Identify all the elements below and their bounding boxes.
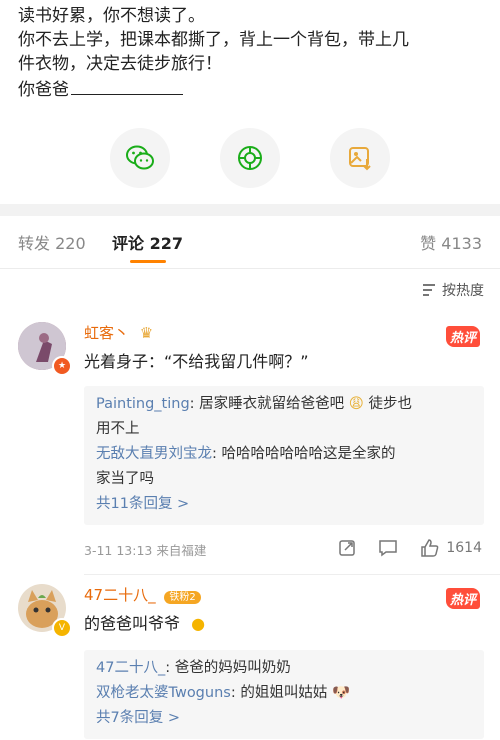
coin-emoji-icon: ● — [191, 614, 206, 633]
reply-box[interactable]: Painting_ting: 居家睡衣就留给爸爸吧 😩 徒步也 用不上 无敌大直… — [84, 386, 484, 525]
section-divider — [0, 204, 500, 216]
tab-comment[interactable]: 评论 227 — [112, 230, 183, 254]
post-line-2: 你不去上学，把课本都撕了，背上一个背包，带上几 — [18, 30, 409, 50]
username-text: 虹客丶 — [84, 324, 130, 342]
comment-divider — [84, 574, 500, 575]
post-line-4: 你爸爸 — [18, 76, 488, 102]
comment-text: 的爸爸叫爷爷 ● — [84, 610, 205, 634]
reply-username[interactable]: 双枪老太婆Twoguns — [96, 685, 231, 701]
share-moments-button[interactable] — [220, 128, 280, 188]
sort-by-hot-button[interactable]: 按热度 — [422, 280, 484, 300]
comment-actions: 1614 — [338, 538, 482, 558]
sort-label: 按热度 — [442, 283, 484, 299]
reply-username[interactable]: Painting_ting — [96, 396, 190, 412]
tab-comment-count: 227 — [149, 234, 183, 253]
comment-text: 光着身子：“不给我留几件啊？” — [84, 352, 309, 371]
active-tab-indicator — [130, 260, 166, 263]
reply-item: 47二十八_: 爸爸的妈妈叫奶奶 — [96, 660, 291, 676]
tab-like[interactable]: 赞 4133 — [420, 230, 482, 254]
like-button[interactable]: 1614 — [420, 538, 482, 558]
thumbs-up-icon — [420, 538, 440, 558]
reply-item: Painting_ting: 居家睡衣就留给爸爸吧 😩 徒步也 用不上 — [96, 396, 413, 437]
tab-like-label: 赞 — [420, 234, 437, 253]
reply-text: 爸爸的妈妈叫奶奶 — [174, 660, 291, 676]
reply-text-end: 用不上 — [96, 421, 140, 437]
comment-username[interactable]: 虹客丶 ♛ — [84, 322, 153, 343]
moments-icon — [236, 144, 264, 172]
tab-repost-label: 转发 — [18, 234, 51, 253]
post-line-4-text: 你爸爸 — [18, 80, 69, 100]
share-icon — [338, 539, 356, 557]
username-text: 47二十八_ — [84, 586, 156, 604]
reply-text-cont: 徒步也 — [368, 396, 413, 412]
comment-meta: 3-11 13:13 来自福建 — [84, 543, 207, 558]
share-row — [0, 128, 500, 190]
save-image-button[interactable] — [330, 128, 390, 188]
comment-text-body: 的爸爸叫爷爷 — [84, 614, 181, 633]
dog-emoji-icon: 🐶 — [331, 685, 350, 701]
share-button[interactable] — [338, 539, 356, 557]
tab-repost-count: 220 — [55, 234, 86, 253]
hot-comment-tag: 热评 — [445, 588, 480, 609]
verified-badge: ★ — [52, 356, 72, 376]
more-replies-link[interactable]: 共7条回复 > — [96, 706, 472, 731]
verified-badge: V — [52, 618, 72, 638]
wechat-icon — [125, 145, 155, 171]
reply-item: 无敌大直男刘宝龙: 哈哈哈哈哈哈哈这是全家的 家当了吗 — [96, 446, 396, 487]
reply-username[interactable]: 无敌大直男刘宝龙 — [96, 446, 212, 462]
hot-comment-tag: 热评 — [445, 326, 480, 347]
post-text: 读书好累，你不想读了。 你不去上学，把课本都撕了，背上一个背包，带上几 件衣物，… — [18, 4, 488, 102]
sort-icon — [422, 283, 438, 297]
post-tabs: 转发 220 评论 227 赞 4133 — [0, 216, 500, 269]
reply-box[interactable]: 47二十八_: 爸爸的妈妈叫奶奶 双枪老太婆Twoguns: 的姐姐叫姑姑 🐶 … — [84, 650, 484, 739]
comment-icon — [378, 539, 398, 557]
reply-item: 双枪老太婆Twoguns: 的姐姐叫姑姑 🐶 — [96, 685, 350, 701]
like-count: 1614 — [446, 540, 482, 556]
fan-badge: 铁粉2 — [164, 591, 201, 604]
reply-text: 哈哈哈哈哈哈哈这是全家的 — [221, 446, 396, 462]
more-replies-link[interactable]: 共11条回复 > — [96, 492, 472, 517]
face-emoji-icon: 😩 — [348, 396, 364, 412]
post-line-1: 读书好累，你不想读了。 — [18, 6, 205, 26]
save-image-icon — [347, 145, 373, 171]
tab-like-count: 4133 — [441, 234, 482, 253]
reply-text: 居家睡衣就留给爸爸吧 — [199, 396, 345, 412]
post-line-3: 件衣物，决定去徒步旅行！ — [18, 54, 222, 74]
share-wechat-button[interactable] — [110, 128, 170, 188]
tab-comment-label: 评论 — [112, 234, 145, 253]
crown-badge-icon: ♛ — [139, 324, 154, 342]
reply-text-end: 家当了吗 — [96, 471, 154, 487]
reply-username[interactable]: 47二十八_ — [96, 660, 165, 676]
fill-in-blank — [71, 76, 183, 95]
comment-username[interactable]: 47二十八_ 铁粉2 — [84, 584, 201, 605]
reply-text: 的姐姐叫姑姑 — [240, 685, 328, 701]
tab-repost[interactable]: 转发 220 — [18, 230, 86, 254]
reply-button[interactable] — [378, 539, 398, 557]
